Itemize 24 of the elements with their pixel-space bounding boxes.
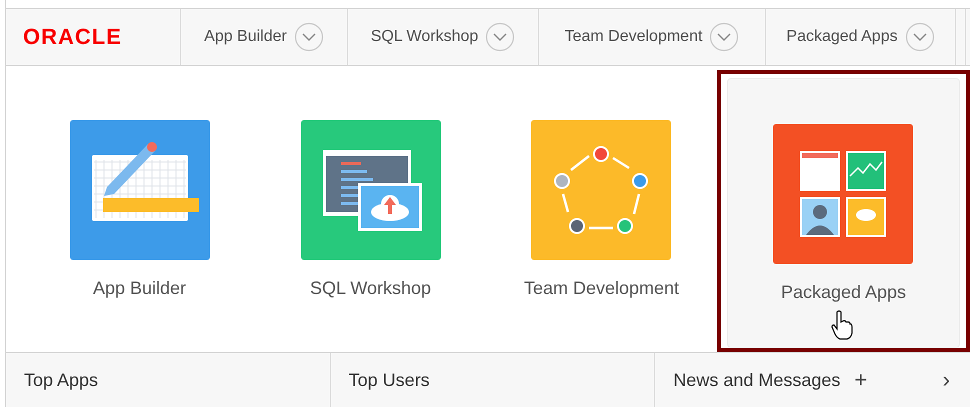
- sql-tile-icon[interactable]: [300, 120, 440, 260]
- nav-menu[interactable]: SQL Workshop: [348, 9, 539, 65]
- tile-card[interactable]: Packaged Apps: [727, 78, 960, 348]
- section-title: Top Apps: [24, 368, 98, 392]
- hand-cursor-icon: [831, 310, 853, 340]
- packaged-tile-icon[interactable]: [773, 124, 914, 264]
- nav-menu[interactable]: Packaged Apps: [766, 9, 956, 65]
- chevron-down-icon: [709, 22, 740, 52]
- oracle-logo[interactable]: ORACLE: [23, 26, 122, 48]
- tile-label[interactable]: App Builder: [92, 275, 186, 302]
- chevron-down-icon: [294, 22, 324, 52]
- tile-label[interactable]: Packaged Apps: [780, 279, 906, 306]
- tile-label[interactable]: SQL Workshop: [310, 275, 432, 302]
- section-title: News and Messages: [673, 368, 840, 392]
- section-title: Top Users: [348, 368, 430, 392]
- builder-tile-icon[interactable]: [70, 120, 210, 260]
- add-button[interactable]: +: [854, 369, 868, 391]
- nav-menu[interactable]: Team Development: [539, 9, 766, 65]
- chevron-down-icon: [485, 22, 516, 52]
- chevron-down-icon: [904, 22, 935, 52]
- team-tile-icon[interactable]: [531, 120, 672, 260]
- tile-label[interactable]: Team Development: [524, 275, 680, 302]
- next-button[interactable]: ›: [942, 369, 950, 391]
- nav-menu[interactable]: App Builder: [181, 9, 348, 65]
